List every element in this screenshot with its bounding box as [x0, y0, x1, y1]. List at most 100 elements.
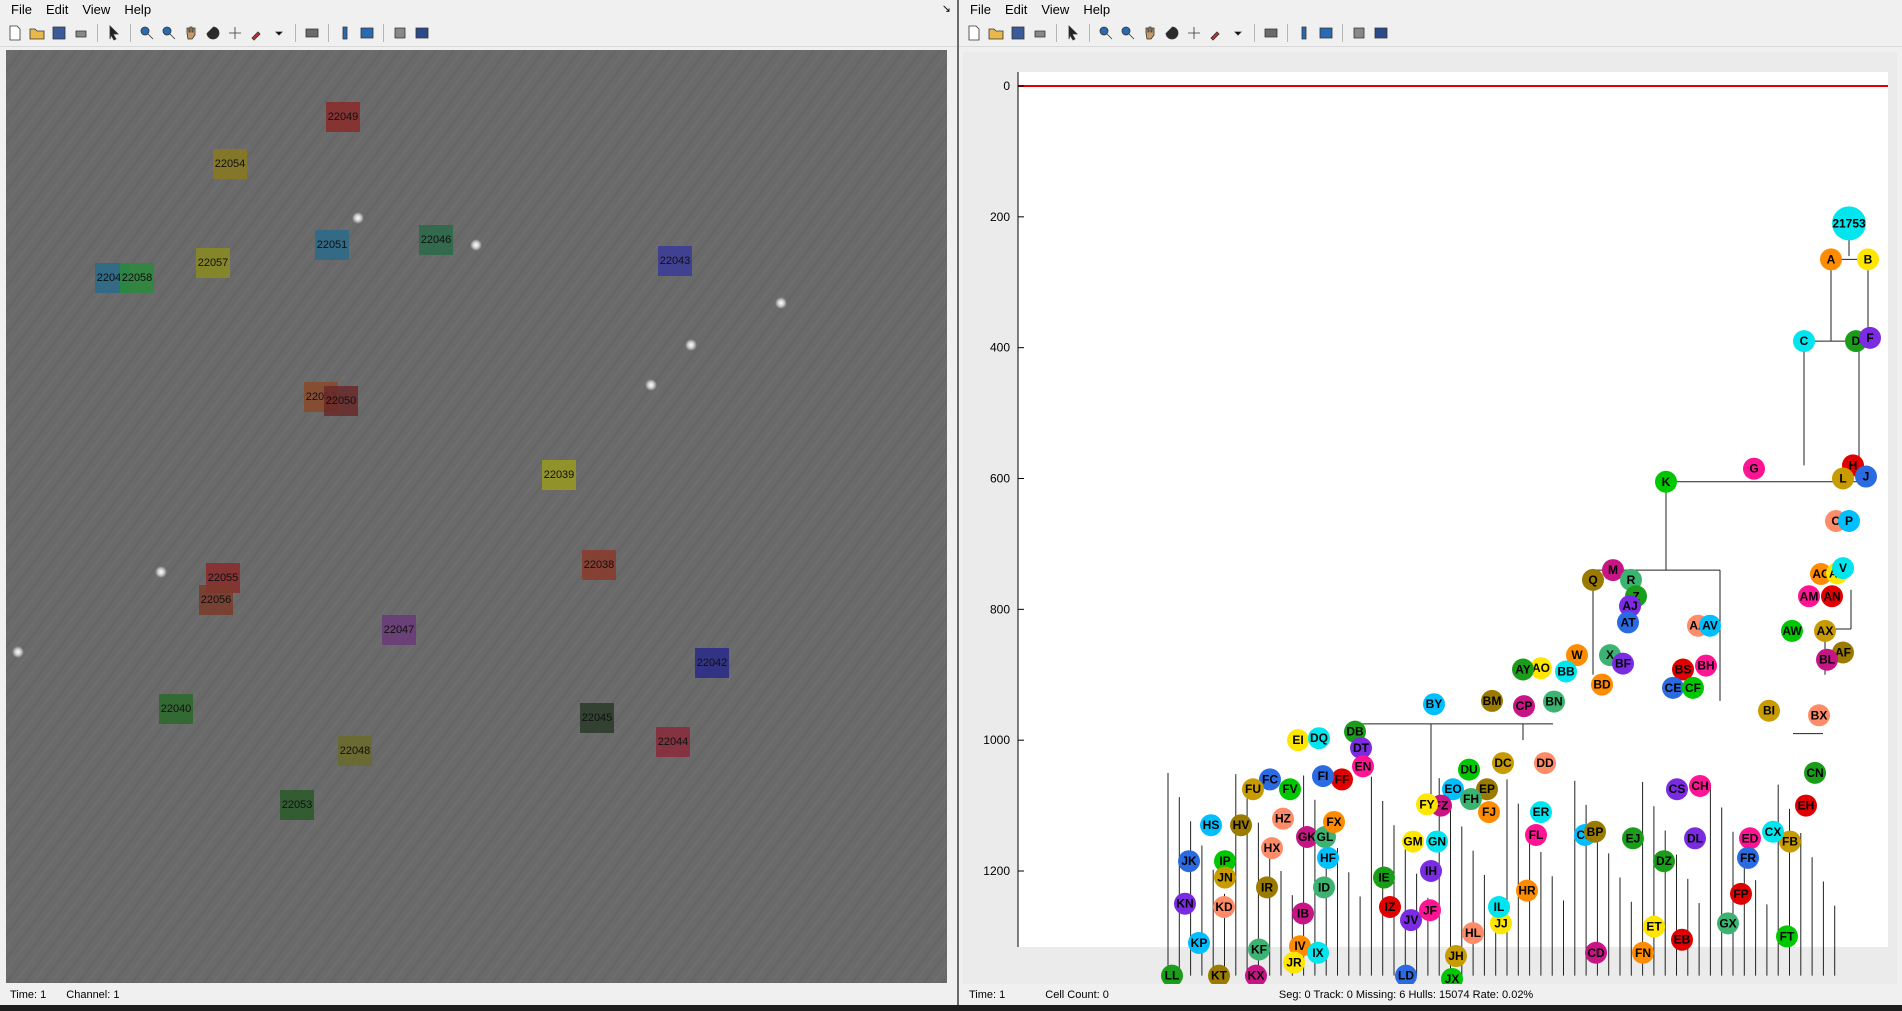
- tree-node-label: FV: [1282, 782, 1297, 796]
- cell-marker[interactable]: 22054: [213, 149, 247, 179]
- menu-edit[interactable]: Edit: [998, 0, 1034, 20]
- cell-marker[interactable]: 22053: [280, 790, 314, 820]
- pointer-icon[interactable]: [1062, 22, 1083, 44]
- tree-node-label: EI: [1292, 733, 1303, 747]
- cell-marker[interactable]: 22040: [159, 694, 193, 724]
- hide-tools-icon[interactable]: [1348, 22, 1369, 44]
- tree-node-label: HZ: [1275, 812, 1291, 826]
- pointer-icon[interactable]: [103, 22, 124, 44]
- cell-marker[interactable]: 22049: [326, 102, 360, 132]
- link-icon[interactable]: [1260, 22, 1281, 44]
- colorbar-icon[interactable]: [334, 22, 355, 44]
- print-icon[interactable]: [1029, 22, 1050, 44]
- pan-hand-icon[interactable]: [1139, 22, 1160, 44]
- print-icon[interactable]: [70, 22, 91, 44]
- brush-icon[interactable]: [246, 22, 267, 44]
- tree-node-label: FX: [1326, 815, 1341, 829]
- brush-icon[interactable]: [1205, 22, 1226, 44]
- data-cursor-icon[interactable]: [224, 22, 245, 44]
- tree-svg[interactable]: 02004006008001000120021753A BC D FG HJK LO PQM…: [963, 52, 1897, 984]
- menu-file[interactable]: File: [4, 0, 39, 20]
- menu-help[interactable]: Help: [117, 0, 158, 20]
- data-cursor-icon[interactable]: [1183, 22, 1204, 44]
- legend-icon[interactable]: [1315, 22, 1336, 44]
- save-icon[interactable]: [48, 22, 69, 44]
- cell-marker[interactable]: 22045: [580, 703, 614, 733]
- tree-node-label: EB: [1674, 933, 1691, 947]
- dropdown-icon[interactable]: [1227, 22, 1248, 44]
- left-menubar: File Edit View Help ↘: [0, 0, 957, 20]
- tree-node-label: DT: [1353, 741, 1370, 755]
- cell-marker[interactable]: 22048: [338, 736, 372, 766]
- cell-marker[interactable]: 22038: [582, 550, 616, 580]
- tree-node-label: BS: [1675, 663, 1692, 677]
- tree-node-label: CH: [1691, 779, 1708, 793]
- tree-node-label: AJ: [1622, 599, 1637, 613]
- dock-arrow-icon[interactable]: ↘: [942, 2, 951, 15]
- y-tick-label: 1200: [983, 864, 1010, 878]
- cell-marker[interactable]: 22047: [382, 615, 416, 645]
- dock-icon[interactable]: [411, 22, 432, 44]
- new-file-icon[interactable]: [4, 22, 25, 44]
- tree-node-label: FN: [1635, 946, 1651, 960]
- tree-node-label: DQ: [1310, 731, 1328, 745]
- tree-node-label: FP: [1733, 887, 1748, 901]
- menu-file[interactable]: File: [963, 0, 998, 20]
- cell-marker[interactable]: 22039: [542, 460, 576, 490]
- cell-marker[interactable]: 22044: [656, 727, 690, 757]
- menu-view[interactable]: View: [75, 0, 117, 20]
- colorbar-icon[interactable]: [1293, 22, 1314, 44]
- tree-node-label: DL: [1687, 831, 1703, 845]
- zoom-in-icon[interactable]: [136, 22, 157, 44]
- legend-icon[interactable]: [356, 22, 377, 44]
- left-toolbar: [0, 20, 957, 47]
- menu-edit[interactable]: Edit: [39, 0, 75, 20]
- lineage-tree-panel[interactable]: 0 200 400 600 800 1000 1200 21753 A B C D F G H J K L O P Q M…: [963, 52, 1897, 984]
- cell-marker[interactable]: 22051: [315, 230, 349, 260]
- microscopy-image[interactable]: 22049 22054 22051 22046 22041 22058 22057 22043…: [6, 50, 947, 983]
- cell-marker[interactable]: 22057: [196, 248, 230, 278]
- tree-node-label: GX: [1719, 916, 1736, 930]
- image-viewer-window: File Edit View Help ↘ 22049 22054 22051 220…: [0, 0, 957, 1011]
- open-folder-icon[interactable]: [985, 22, 1006, 44]
- zoom-in-icon[interactable]: [1095, 22, 1116, 44]
- cell-marker[interactable]: 22043: [658, 246, 692, 276]
- cell-marker[interactable]: 22056: [199, 585, 233, 615]
- tree-node-label: ED: [1742, 831, 1759, 845]
- save-icon[interactable]: [1007, 22, 1028, 44]
- new-file-icon[interactable]: [963, 22, 984, 44]
- zoom-out-icon[interactable]: [158, 22, 179, 44]
- toolbar-separator: [328, 24, 329, 42]
- left-statusbar: Time: 1 Channel: 1: [0, 985, 957, 1005]
- dropdown-icon[interactable]: [268, 22, 289, 44]
- menu-help[interactable]: Help: [1076, 0, 1117, 20]
- tree-node-label: DC: [1494, 756, 1512, 770]
- tree-node-label: BL: [1819, 653, 1835, 667]
- tree-node-label: HS: [1203, 818, 1220, 832]
- hide-tools-icon[interactable]: [389, 22, 410, 44]
- cell-marker[interactable]: 22042: [695, 648, 729, 678]
- zoom-out-icon[interactable]: [1117, 22, 1138, 44]
- cell-marker[interactable]: 22046: [419, 225, 453, 255]
- tree-node-label: BN: [1545, 695, 1562, 709]
- cell-marker[interactable]: 22050: [324, 386, 358, 416]
- tree-node-label: JR: [1286, 956, 1302, 970]
- pan-hand-icon[interactable]: [180, 22, 201, 44]
- tree-node-label: EJ: [1626, 831, 1641, 845]
- tree-node-label: BM: [1483, 694, 1502, 708]
- toolbar-separator: [130, 24, 131, 42]
- right-statusbar: Time: 1 Cell Count: 0 Seg: 0 Track: 0 Mi…: [959, 985, 1902, 1005]
- link-icon[interactable]: [301, 22, 322, 44]
- tree-node-label: BI: [1763, 704, 1775, 718]
- tree-node-label: FT: [1780, 929, 1795, 943]
- open-folder-icon[interactable]: [26, 22, 47, 44]
- dock-icon[interactable]: [1370, 22, 1391, 44]
- tree-node-label: B: [1864, 252, 1873, 266]
- toolbar-separator: [1342, 24, 1343, 42]
- cell-marker[interactable]: 22058: [120, 263, 154, 293]
- rotate-icon[interactable]: [1161, 22, 1182, 44]
- rotate-icon[interactable]: [202, 22, 223, 44]
- menu-view[interactable]: View: [1034, 0, 1076, 20]
- y-tick-label: 400: [990, 341, 1010, 355]
- cell-speck: [155, 566, 167, 578]
